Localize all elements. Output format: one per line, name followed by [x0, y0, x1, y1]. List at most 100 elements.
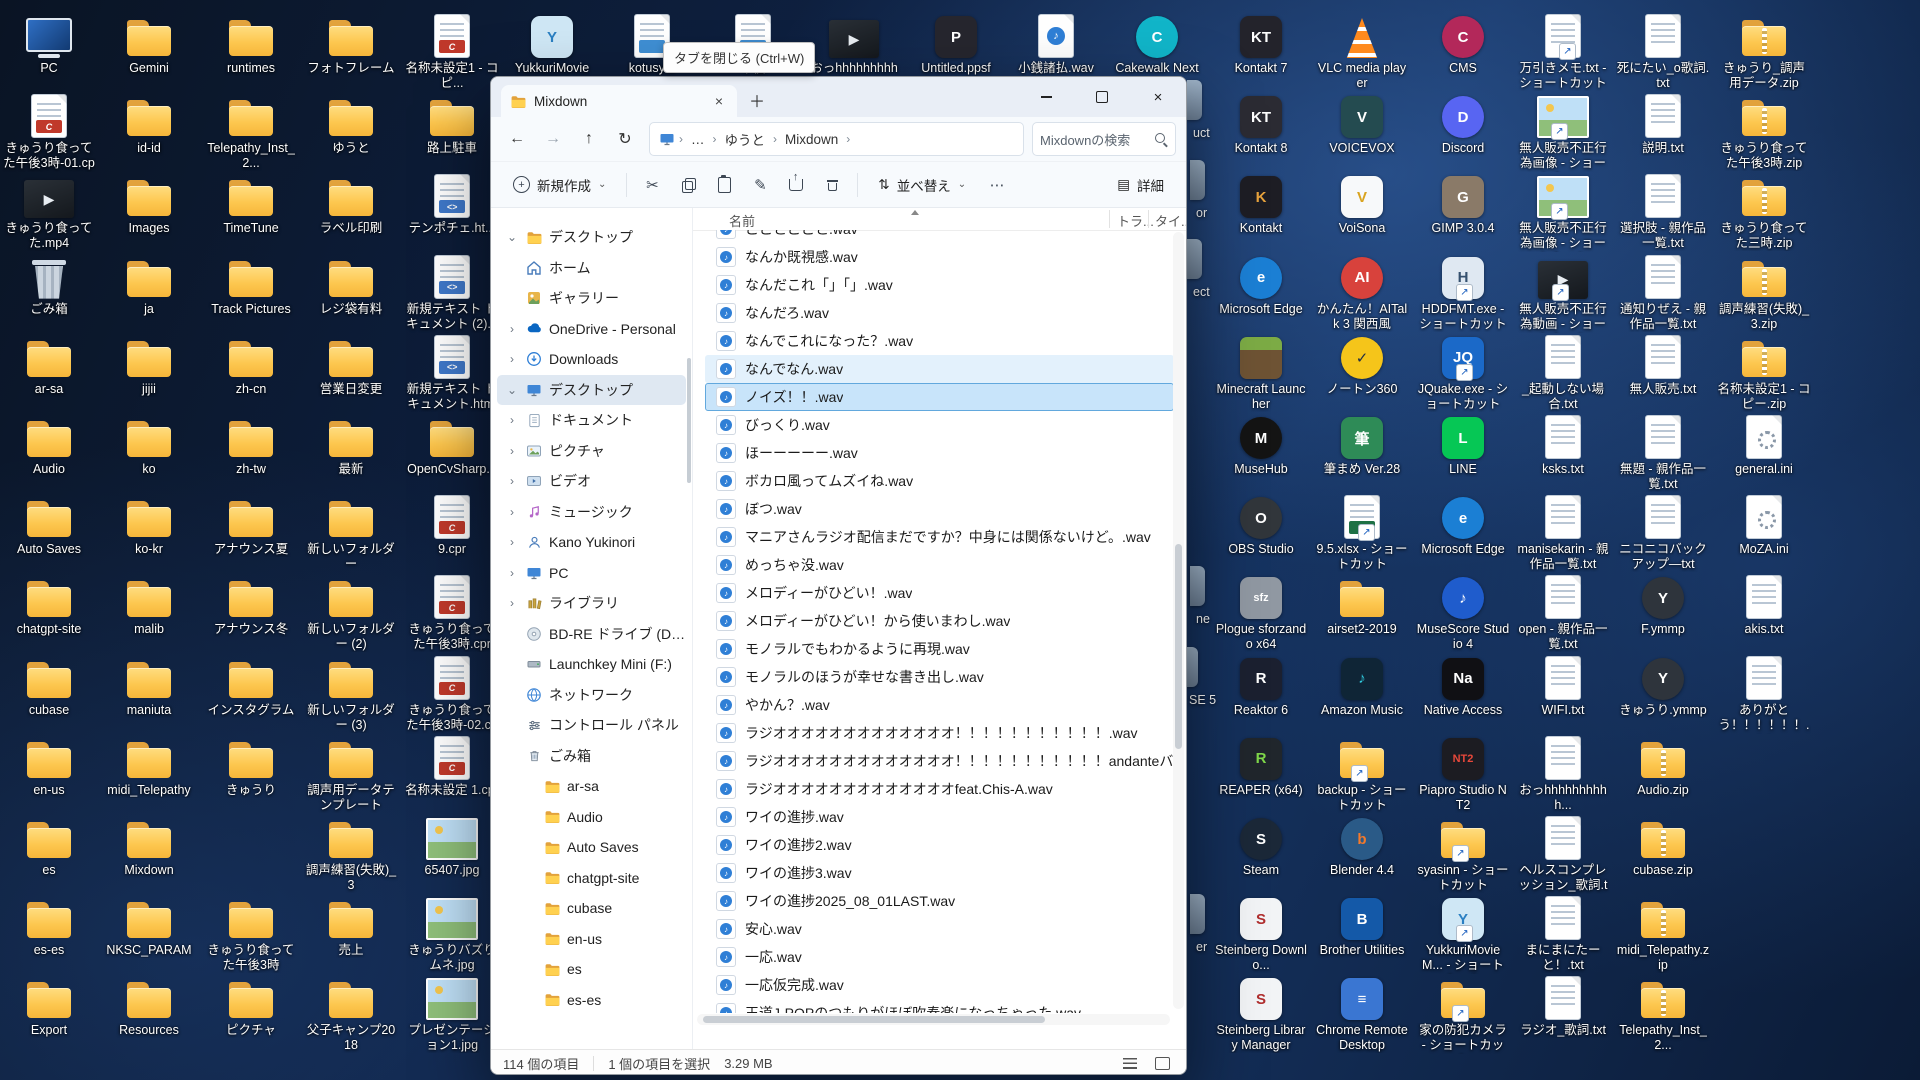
desktop-icon[interactable]: MoZA.ini	[1716, 493, 1812, 557]
file-row[interactable]: ♪なんだろ.wav	[705, 299, 1174, 327]
column-separator[interactable]	[1148, 210, 1149, 228]
rename-button[interactable]: ✎	[745, 170, 775, 200]
delete-button[interactable]	[817, 170, 847, 200]
desktop-icon[interactable]: JQ↗JQuake.exe - ショートカット	[1415, 333, 1511, 412]
desktop-icon[interactable]: きゅうり	[203, 734, 299, 798]
desktop-icon[interactable]: WIFI.txt	[1515, 654, 1611, 718]
desktop-icon[interactable]: manisekarin - 親作品一覧.txt	[1515, 493, 1611, 572]
file-row[interactable]: ♪安心.wav	[705, 915, 1174, 943]
desktop-icon[interactable]: Audio.zip	[1615, 734, 1711, 798]
desktop-icon[interactable]: 説明.txt	[1615, 92, 1711, 156]
file-row[interactable]: ♪ボカロ風ってムズイね.wav	[705, 467, 1174, 495]
desktop-icon[interactable]: _起動しない場合.txt	[1515, 333, 1611, 412]
desktop-icon[interactable]: 名称未設定1 - コピー.zip	[1716, 333, 1812, 412]
desktop-icon[interactable]: C名称未設定1 - コピ...	[404, 12, 500, 91]
desktop-icon[interactable]: SSteam	[1213, 814, 1309, 878]
desktop-icon[interactable]: RREAPER (x64)	[1213, 734, 1309, 798]
desktop-icon[interactable]: プレゼンテーション1.jpg	[404, 974, 500, 1053]
desktop-icon[interactable]: 調声用データテンプレート	[303, 734, 399, 813]
desktop-icon[interactable]: Track Pictures	[203, 253, 299, 317]
desktop-icon[interactable]: Resources	[101, 974, 197, 1038]
file-row[interactable]: ♪一応.wav	[705, 943, 1174, 971]
desktop-icon[interactable]: ▶きゅうり食ってた.mp4	[1, 172, 97, 251]
desktop-icon[interactable]: YF.ymmp	[1615, 573, 1711, 637]
desktop-icon[interactable]: GGIMP 3.0.4	[1415, 172, 1511, 236]
desktop-icon[interactable]: ♪小銭諸払.wav	[1008, 12, 1104, 76]
desktop-icon[interactable]: PC	[1, 12, 97, 76]
desktop-icon[interactable]: ありがとう！！！！！！.txt	[1716, 654, 1812, 734]
desktop-icon[interactable]: 新しいフォルダー (2)	[303, 573, 399, 652]
desktop-icon[interactable]: ごみ箱	[1, 253, 97, 317]
file-row[interactable]: ♪ノイズ！！.wav	[705, 383, 1174, 411]
desktop-icon[interactable]: きゅうり食ってた午後3時.zip	[1716, 92, 1812, 171]
chevron-right-icon[interactable]: ›	[505, 444, 519, 458]
sidebar-item--[interactable]: ⌄デスクトップ	[497, 222, 686, 253]
column-header-title[interactable]: タイ...	[1155, 211, 1187, 230]
desktop-icon[interactable]: Cきゅうり食ってた午後3時-01.cpr	[1, 92, 97, 172]
desktop-icon[interactable]: KTKontakt 8	[1213, 92, 1309, 156]
desktop-icon[interactable]: ↗万引きメモ.txt - ショートカット	[1515, 12, 1611, 91]
desktop-icon[interactable]: 新しいフォルダー	[303, 493, 399, 572]
large-icons-view-button[interactable]	[1150, 1054, 1174, 1074]
file-row[interactable]: ♪ほーーーーー.wav	[705, 439, 1174, 467]
column-header-name[interactable]: 名前	[729, 211, 755, 230]
close-button[interactable]: ×	[1130, 77, 1186, 117]
desktop-icon[interactable]: 父子キャンプ2018	[303, 974, 399, 1053]
sidebar-item--[interactable]: ⌄デスクトップ	[497, 375, 686, 406]
desktop-icon[interactable]: Telepathy_Inst_2...	[1615, 974, 1711, 1053]
desktop-icon[interactable]: chatgpt-site	[1, 573, 97, 637]
desktop-icon[interactable]: 調声練習(失敗)_3.zip	[1716, 253, 1812, 332]
explorer-titlebar[interactable]: Mixdown × ＋ ×	[491, 77, 1186, 117]
desktop-icon[interactable]: Cきゅうり食ってた午後3時-02.cpr	[404, 654, 500, 734]
sidebar-item--[interactable]: ネットワーク	[497, 680, 686, 711]
file-row[interactable]: ♪ワイの進捗2.wav	[705, 831, 1174, 859]
desktop-icon[interactable]: 最新	[303, 413, 399, 477]
desktop-icon[interactable]: TimeTune	[203, 172, 299, 236]
desktop-icon[interactable]: KKontakt	[1213, 172, 1309, 236]
desktop-icon[interactable]: アナウンス夏	[203, 493, 299, 557]
desktop-icon[interactable]: ヘルスコンプレッション_歌詞.txt	[1515, 814, 1611, 894]
desktop-icon[interactable]: 新しいフォルダー (3)	[303, 654, 399, 733]
chevron-right-icon[interactable]: ›	[505, 474, 519, 488]
file-row[interactable]: ♪ワイの進捗3.wav	[705, 859, 1174, 887]
sidebar-item--[interactable]: ごみ箱	[497, 741, 686, 772]
desktop-icon[interactable]: Mixdown	[101, 814, 197, 878]
sidebar-item-auto-saves[interactable]: Auto Saves	[497, 832, 686, 863]
desktop-icon[interactable]: 筆筆まめ Ver.28	[1314, 413, 1410, 477]
sidebar-item-es[interactable]: es	[497, 954, 686, 985]
sidebar-item--[interactable]: ›ドキュメント	[497, 405, 686, 436]
desktop-icon[interactable]: ニコニコバックアップ—txt	[1615, 493, 1711, 572]
share-button[interactable]	[781, 170, 811, 200]
new-button[interactable]: + 新規作成 ⌄	[503, 168, 616, 202]
address-bar[interactable]: ›…›ゆうと›Mixdown›	[649, 122, 1024, 156]
file-row[interactable]: ♪ぼつ.wav	[705, 495, 1174, 523]
desktop-icon[interactable]: ja	[101, 253, 197, 317]
desktop-icon[interactable]: 売上	[303, 894, 399, 958]
desktop-icon[interactable]: cubase.zip	[1615, 814, 1711, 878]
breadcrumb-item[interactable]: Mixdown	[780, 129, 843, 150]
desktop-icon[interactable]: Gemini	[101, 12, 197, 76]
desktop-icon[interactable]: PUntitled.ppsf	[908, 12, 1004, 76]
desktop-icon[interactable]: ゆうと	[303, 92, 399, 156]
occluded-desktop-icon[interactable]: uct	[1193, 126, 1210, 140]
desktop-icon[interactable]: open - 親作品一覧.txt	[1515, 573, 1611, 652]
desktop-icon[interactable]: 無題 - 親作品一覧.txt	[1615, 413, 1711, 492]
desktop-icon[interactable]: ar-sa	[1, 333, 97, 397]
desktop-icon[interactable]: Y↗YukkuriMovieM... - ショートカット	[1415, 894, 1511, 974]
column-separator[interactable]	[1109, 210, 1110, 228]
desktop-icon[interactable]: KTKontakt 7	[1213, 12, 1309, 76]
search-box[interactable]: Mixdownの検索	[1032, 122, 1176, 156]
sidebar-item--[interactable]: ギャラリー	[497, 283, 686, 314]
desktop-icon[interactable]: LLINE	[1415, 413, 1511, 477]
file-row[interactable]: ♪ワイの進捗2025_08_01LAST.wav	[705, 887, 1174, 915]
desktop-icon[interactable]: ▶↗無人販売不正行為動画 - ショートカット	[1515, 253, 1611, 333]
desktop-icon[interactable]: VVoiSona	[1314, 172, 1410, 236]
chevron-right-icon[interactable]: ›	[505, 566, 519, 580]
file-row[interactable]: ♪やかん？.wav	[705, 691, 1174, 719]
scrollbar-thumb[interactable]	[703, 1016, 1045, 1023]
sidebar-item-launchkey-mini-f-[interactable]: Launchkey Mini (F:)	[497, 649, 686, 680]
desktop-icon[interactable]: AIかんたん！AITalk 3 関西風	[1314, 253, 1410, 332]
desktop-icon[interactable]: C9.cpr	[404, 493, 500, 557]
chevron-right-icon[interactable]: ›	[505, 413, 519, 427]
desktop-icon[interactable]: <>新規テキスト ドキュメント.html	[404, 333, 500, 412]
